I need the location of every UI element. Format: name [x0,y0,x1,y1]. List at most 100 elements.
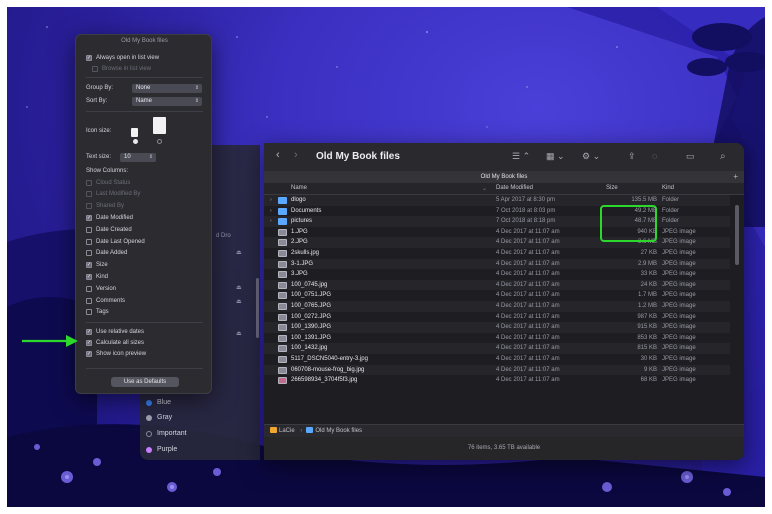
file-row[interactable]: 100_0765.JPG 4 Dec 2017 at 11:07 am 1.2 MB… [264,300,730,312]
vertical-scrollbar[interactable] [735,205,739,265]
column-checkbox[interactable]: Tags [86,308,109,317]
calculate-all-sizes-checkbox[interactable]: ✓ Calculate all sizes [86,338,144,347]
image-file-icon [278,334,287,342]
file-row[interactable]: 100_1391.JPG 4 Dec 2017 at 11:07 am 853 KB… [264,332,730,344]
tag-icon[interactable]: ◌ [652,151,657,161]
checkbox-icon: ✓ [86,328,92,335]
group-icon[interactable]: ▦ ⌄ [546,151,565,162]
finder-toolbar: ‹ › Old My Book files ☰ ⌃ ▦ ⌄ ⚙ ⌄ ⇪ ◌ ▭ … [264,143,744,171]
column-checkbox[interactable]: Date Last Opened [86,237,145,246]
column-date[interactable]: Date Modified [496,185,533,191]
column-size[interactable]: Size [606,185,618,191]
file-size: 30 KB [640,355,657,362]
sidebar-tag-purple[interactable]: Purple [146,443,177,456]
file-row[interactable]: 060708-mouse-frog_big.jpg 4 Dec 2017 at 1… [264,364,730,376]
column-checkbox[interactable]: Date Created [86,225,132,234]
file-row[interactable]: 100_0751.JPG 4 Dec 2017 at 11:07 am 1.7 MB… [264,290,730,301]
file-row[interactable]: 2skulls.jpg 4 Dec 2017 at 11:07 am 27 KB JP… [264,247,730,259]
file-row[interactable]: 3.JPG 4 Dec 2017 at 11:07 am 33 KB JPEG ima… [264,269,730,280]
checkbox-label: Date Modified [96,214,134,221]
column-checkbox[interactable]: Version [86,284,116,293]
eject-icon[interactable]: ⏏ [236,284,242,291]
popup-value: None [136,85,151,91]
file-row[interactable]: 266598934_3704f5f3.jpg 4 Dec 2017 at 11:0… [264,375,730,386]
eject-icon[interactable]: ⏏ [236,298,242,305]
sidebar-tag-important[interactable]: Important [146,427,187,440]
back-button[interactable]: ‹ [276,149,280,161]
file-date: 4 Dec 2017 at 11:07 am [496,260,560,267]
use-as-defaults-button[interactable]: Use as Defaults [111,377,179,387]
show-icon-preview-checkbox[interactable]: ✓ Show icon preview [86,349,146,358]
search-icon[interactable]: ⌕ [720,151,726,162]
file-row[interactable]: 5117_DSCN5040-entry-3.jpg 4 Dec 2017 at 1… [264,353,730,365]
file-row[interactable]: 100_0272.JPG 4 Dec 2017 at 11:07 am 987 KB… [264,311,730,323]
share-icon[interactable]: ⇪ [628,151,636,162]
column-checkbox[interactable]: Comments [86,296,125,305]
file-row[interactable]: 100_1432.jpg 4 Dec 2017 at 11:07 am 815 KB… [264,343,730,354]
eject-icon[interactable]: ⏏ [236,330,242,337]
path-title-bar: Old My Book files [264,171,744,183]
column-name[interactable]: Name [291,185,307,191]
trash-icon[interactable]: ▭ [686,151,695,162]
file-name: 100_1391.JPG [291,334,332,341]
file-name: 2.JPG [291,239,308,246]
chevron-updown-icon: ⇕ [194,85,199,91]
column-checkbox[interactable]: Date Added [86,249,127,258]
disclosure-triangle-icon[interactable]: › [270,195,272,206]
eject-icon[interactable]: ⏏ [236,249,242,256]
chevron-updown-icon: ⇕ [148,154,153,160]
add-tab-icon[interactable]: + [733,171,738,183]
text-size-popup[interactable]: 10 ⇕ [120,153,156,162]
disclosure-triangle-icon[interactable]: › [270,216,272,227]
sidebar-tag-gray[interactable]: Gray [146,411,172,424]
file-row[interactable]: 3-1.JPG 4 Dec 2017 at 11:07 am 2.9 MB JPEG … [264,258,730,270]
column-checkbox[interactable]: ✓ Date Modified [86,213,133,222]
file-row[interactable]: › Documents 7 Oct 2018 at 8:03 pm 49.2 MB Fo… [264,205,730,217]
file-list: › dlogo 5 Apr 2017 at 8:30 pm 135.5 MB Folde… [264,195,730,386]
column-kind[interactable]: Kind [662,185,674,191]
sidebar-tag-label: Purple [157,446,178,453]
checkbox-label: Always open in list view [96,54,160,61]
sidebar-tag-blue[interactable]: Blue [146,396,171,409]
checkbox-label: Cloud Status [96,179,131,186]
browse-list-checkbox[interactable]: Browse in list view [92,64,151,73]
column-checkbox[interactable]: Last Modified By [86,190,140,199]
view-list-icon[interactable]: ☰ ⌃ [512,151,530,162]
forward-button[interactable]: › [294,149,298,161]
column-checkbox[interactable]: ✓ Kind [86,272,108,281]
file-row[interactable]: 100_1390.JPG 4 Dec 2017 at 11:07 am 915 KB… [264,322,730,333]
disclosure-triangle-icon[interactable]: › [270,206,272,217]
file-kind: JPEG image [662,366,696,373]
checkbox-icon [92,65,98,72]
action-icon[interactable]: ⚙ ⌄ [582,151,600,162]
file-row[interactable]: 2.JPG 4 Dec 2017 at 11:07 am 3.6 MB JPEG im… [264,237,730,248]
image-file-icon [278,249,287,257]
checkbox-icon [86,309,92,316]
path-folder[interactable]: Old My Book files [315,428,362,434]
file-kind: Folder [662,207,680,214]
file-row[interactable]: › dlogo 5 Apr 2017 at 8:30 pm 135.5 MB Folde… [264,195,730,206]
group-by-popup[interactable]: None ⇕ [132,84,202,93]
always-open-list-checkbox[interactable]: ✓ Always open in list view [86,53,159,62]
divider [86,322,203,323]
large-icon-option-icon[interactable] [153,117,166,134]
use-relative-dates-checkbox[interactable]: ✓ Use relative dates [86,327,144,336]
column-checkbox[interactable]: Shared By [86,202,124,211]
status-bar: 76 items, 3.65 TB available [264,437,744,460]
path-root[interactable]: LaCie [279,428,295,434]
column-checkbox[interactable]: ✓ Size [86,261,108,270]
sidebar-scrollbar[interactable] [256,278,259,338]
file-row[interactable]: › pictures 7 Oct 2018 at 8:18 pm 48.7 MB Fol… [264,216,730,227]
file-size: 853 KB [637,334,657,341]
radio-large[interactable] [157,139,162,144]
view-options-panel: Old My Book files ✓ Always open in list … [75,34,212,394]
divider [86,111,203,112]
small-icon-option-icon[interactable] [131,128,138,137]
checkbox-label: Comments [96,297,126,304]
file-row[interactable]: 1.JPG 4 Dec 2017 at 11:07 am 940 KB JPEG im… [264,226,730,238]
radio-small-selected[interactable] [133,139,138,144]
file-row[interactable]: 100_0745.jpg 4 Dec 2017 at 11:07 am 24 KB J… [264,279,730,291]
sort-by-popup[interactable]: Name ⇕ [132,97,202,106]
checkbox-icon [86,285,92,292]
column-checkbox[interactable]: Cloud Status [86,178,130,187]
